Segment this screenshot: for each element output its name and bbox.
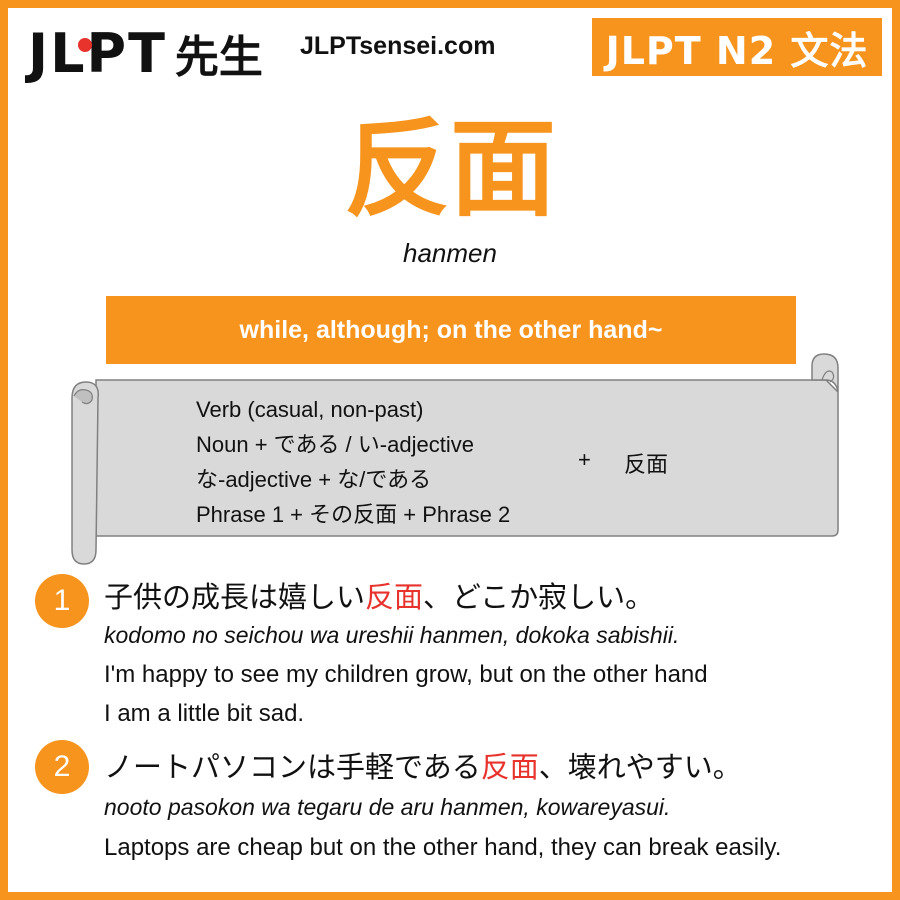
example-1-english-line-2: I am a little bit sad. xyxy=(104,700,305,727)
example-number-2: 2 xyxy=(35,740,89,794)
example-1-english-line-1: I'm happy to see my children grow, but o… xyxy=(104,661,708,688)
formation-line: な-adjective + な/である xyxy=(196,467,432,492)
example-number-text: 1 xyxy=(53,584,71,617)
formation-list: Verb (casual, non-past) Noun + である / い-a… xyxy=(196,392,510,532)
example-1-romaji: kodomo no seichou wa ureshii hanmen, dok… xyxy=(104,622,680,648)
formation-line: Noun + である / い-adjective xyxy=(196,432,474,457)
example-number-1: 1 xyxy=(35,574,89,628)
example-number-text: 2 xyxy=(53,750,71,783)
example-1-japanese: 子供の成長は嬉しい反面、どこか寂しい。 xyxy=(104,574,654,616)
formation-suffix: 反面 xyxy=(624,453,669,478)
example-jp-before: 子供の成長は嬉しい xyxy=(104,580,366,614)
example-jp-after: 、どこか寂しい。 xyxy=(423,580,655,614)
example-2-english-line-1: Laptops are cheap but on the other hand,… xyxy=(104,834,782,861)
example-jp-highlight: 反面 xyxy=(365,580,424,614)
formation-plus: + xyxy=(578,447,591,472)
scroll-left-roll xyxy=(71,381,99,565)
example-jp-after: 、壊れやすい。 xyxy=(538,750,742,784)
example-2-romaji: nooto pasokon wa tegaru de aru hanmen, k… xyxy=(104,794,671,820)
example-jp-highlight: 反面 xyxy=(480,750,539,784)
formation-line: Verb (casual, non-past) xyxy=(196,397,424,422)
example-2-japanese: ノートパソコンは手軽である反面、壊れやすい。 xyxy=(104,744,742,786)
formation-line: Phrase 1 + その反面 + Phrase 2 xyxy=(196,502,511,527)
example-jp-before: ノートパソコンは手軽である xyxy=(104,750,481,784)
